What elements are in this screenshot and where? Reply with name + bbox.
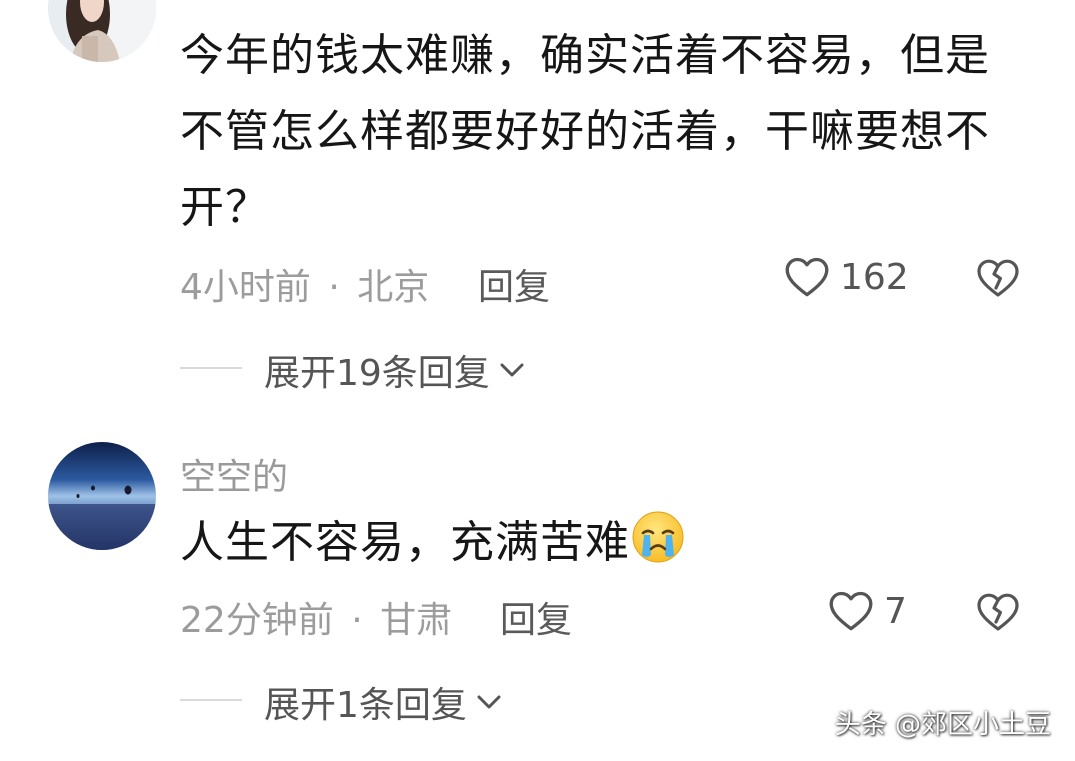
avatar-image xyxy=(48,442,156,550)
crying-face-icon xyxy=(632,511,684,563)
avatar[interactable] xyxy=(48,0,156,62)
like-button[interactable]: 7 xyxy=(826,586,907,636)
reply-button[interactable]: 回复 xyxy=(500,591,572,643)
expand-replies-label: 展开1条回复 xyxy=(264,685,467,726)
comment-location: 甘肃 xyxy=(380,600,453,641)
chevron-down-icon xyxy=(477,695,501,709)
reply-button[interactable]: 回复 xyxy=(478,258,550,310)
comment-meta: 4小时前 · 北京 xyxy=(180,258,429,310)
username[interactable]: 空空的 xyxy=(180,448,288,500)
comment-text: 今年的钱太难赚，确实活着不容易，但是不管怎么样都要好好的活着，干嘛要想不开？ xyxy=(180,30,990,233)
divider xyxy=(180,367,242,369)
heart-icon xyxy=(829,591,873,631)
watermark: 头条 @郊区小土豆 xyxy=(834,710,1051,740)
comment-time: 4小时前 xyxy=(180,267,311,308)
comment-text: 人生不容易，充满苦难 xyxy=(180,505,1010,581)
comment-location: 北京 xyxy=(357,267,430,308)
comment-meta: 22分钟前 · 甘肃 xyxy=(180,591,452,643)
expand-replies-button[interactable]: 展开1条回复 xyxy=(264,676,503,728)
like-count: 7 xyxy=(884,590,907,632)
comment-list: 今年的钱太难赚，确实活着不容易，但是不管怎么样都要好好的活着，干嘛要想不开？ 4… xyxy=(0,0,1075,761)
broken-heart-icon xyxy=(977,593,1019,631)
dislike-button[interactable] xyxy=(974,588,1022,636)
like-count: 162 xyxy=(840,256,909,298)
meta-separator: · xyxy=(328,267,340,308)
chevron-down-icon xyxy=(500,363,524,377)
avatar[interactable] xyxy=(48,442,156,550)
dislike-button[interactable] xyxy=(974,254,1022,302)
comment-time: 22分钟前 xyxy=(180,600,334,641)
like-button[interactable]: 162 xyxy=(782,252,909,302)
expand-replies-button[interactable]: 展开19条回复 xyxy=(264,344,526,396)
avatar-image xyxy=(48,0,156,62)
expand-replies-label: 展开19条回复 xyxy=(264,353,490,394)
meta-separator: · xyxy=(351,600,363,641)
heart-icon xyxy=(785,257,829,297)
comment-text-content: 人生不容易，充满苦难 xyxy=(180,517,630,568)
broken-heart-icon xyxy=(977,259,1019,297)
divider xyxy=(180,699,242,701)
